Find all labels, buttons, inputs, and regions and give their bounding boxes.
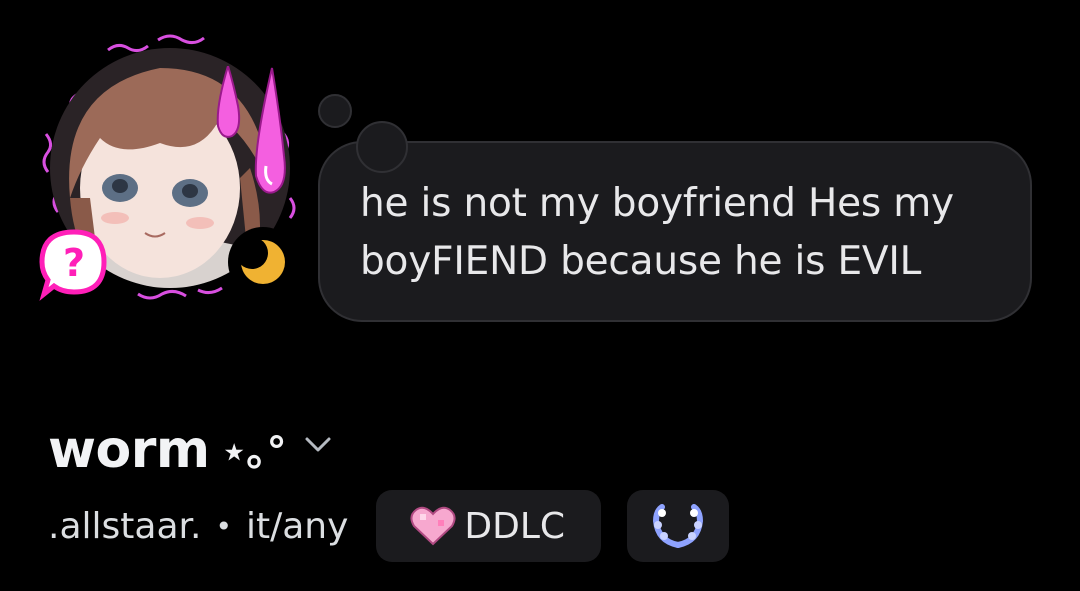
profile-sub-row: .allstaar. • it/any DDLC (48, 490, 730, 562)
pink-heart-icon (410, 506, 456, 546)
bubble-merge (360, 138, 404, 148)
laurel-wreath-badge-icon (653, 504, 704, 548)
display-name: worm (48, 420, 210, 480)
svg-text:?: ? (63, 241, 85, 285)
idle-moon-icon (228, 227, 298, 297)
pronouns: it/any (245, 505, 349, 547)
custom-status-text: he is not my boyfriend Hes my boyFIEND b… (360, 181, 954, 284)
custom-status-bubble[interactable]: he is not my boyfriend Hes my boyFIEND b… (318, 141, 1032, 322)
avatar-container[interactable]: ? (28, 22, 318, 312)
name-decoration: ⋆｡° (221, 429, 287, 475)
sweat-drop-decoration (216, 66, 286, 194)
username[interactable]: .allstaar. (48, 506, 201, 547)
server-tag-chip[interactable]: DDLC (376, 490, 602, 562)
question-mark-badge-icon: ? (39, 229, 107, 301)
badge-chip[interactable] (627, 490, 730, 562)
separator-dot: • (215, 509, 232, 543)
display-name-row[interactable]: worm ⋆｡° (48, 410, 335, 490)
chevron-down-icon[interactable] (301, 427, 335, 461)
server-tag-label: DDLC (464, 505, 566, 547)
thought-dot-small (318, 94, 352, 128)
